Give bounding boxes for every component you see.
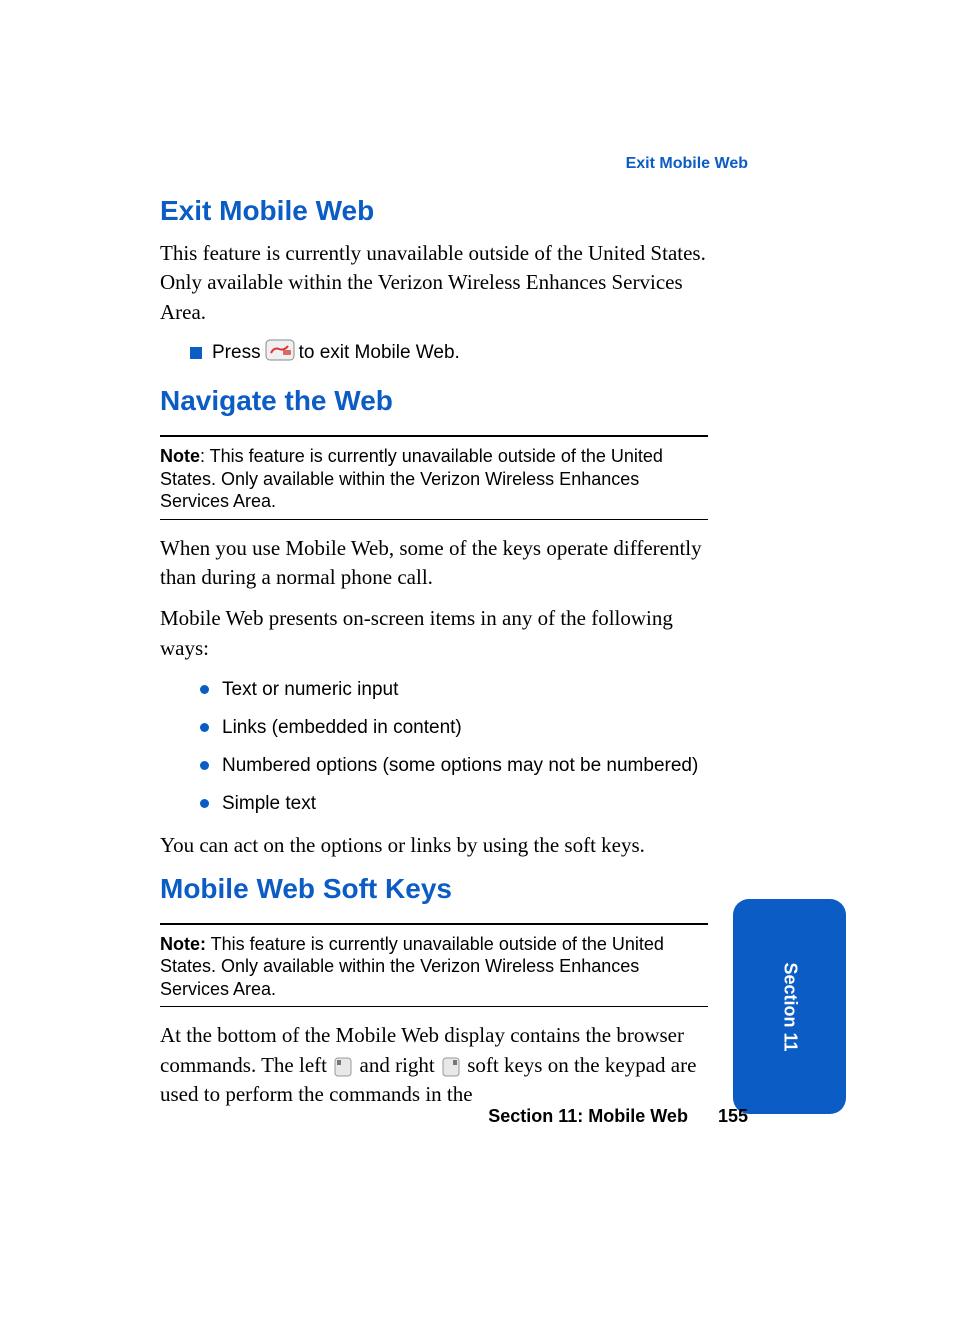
left-softkey-icon: [334, 1057, 352, 1077]
navigate-para1: When you use Mobile Web, some of the key…: [160, 534, 708, 593]
note-label: Note: [160, 446, 200, 466]
note-body: : This feature is currently unavailable …: [160, 446, 663, 511]
heading-mobile-web-soft-keys: Mobile Web Soft Keys: [160, 873, 708, 905]
section-tab-label: Section 11: [779, 962, 800, 1051]
heading-exit-mobile-web: Exit Mobile Web: [160, 195, 708, 227]
navigate-para2: Mobile Web presents on-screen items in a…: [160, 604, 708, 663]
presentation-list: Text or numeric input Links (embedded in…: [200, 679, 708, 815]
page-content: Exit Mobile Web This feature is currentl…: [160, 195, 708, 1121]
square-bullet-icon: [190, 347, 202, 359]
softkeys-note: Note: This feature is currently unavaila…: [160, 933, 708, 1001]
page-footer: Section 11: Mobile Web 155: [488, 1106, 748, 1127]
press-label: Press: [212, 342, 261, 364]
list-item: Simple text: [200, 793, 708, 815]
exit-instruction-rest: to exit Mobile Web.: [299, 342, 460, 364]
right-softkey-icon: [442, 1057, 460, 1077]
exit-instruction-bullet: Press to exit Mobile Web.: [190, 339, 708, 367]
softkeys-text-b: and right: [360, 1053, 440, 1077]
divider-rule: [160, 519, 708, 520]
list-item: Links (embedded in content): [200, 717, 708, 739]
list-item: Numbered options (some options may not b…: [200, 755, 708, 777]
footer-page-number: 155: [718, 1106, 748, 1127]
list-item: Text or numeric input: [200, 679, 708, 701]
divider-rule: [160, 435, 708, 437]
footer-section-label: Section 11: Mobile Web: [488, 1106, 688, 1127]
heading-navigate-the-web: Navigate the Web: [160, 385, 708, 417]
divider-rule: [160, 1006, 708, 1007]
exit-description: This feature is currently unavailable ou…: [160, 239, 708, 327]
note-label: Note:: [160, 934, 206, 954]
running-header: Exit Mobile Web: [626, 155, 748, 173]
page: Exit Mobile Web Exit Mobile Web This fea…: [0, 0, 954, 1319]
divider-rule: [160, 923, 708, 925]
section-tab: Section 11: [733, 899, 846, 1114]
note-body: This feature is currently unavailable ou…: [160, 934, 664, 999]
softkeys-para: At the bottom of the Mobile Web display …: [160, 1021, 708, 1109]
navigate-para3: You can act on the options or links by u…: [160, 831, 708, 860]
navigate-note: Note: This feature is currently unavaila…: [160, 445, 708, 513]
end-key-icon: [265, 339, 295, 367]
